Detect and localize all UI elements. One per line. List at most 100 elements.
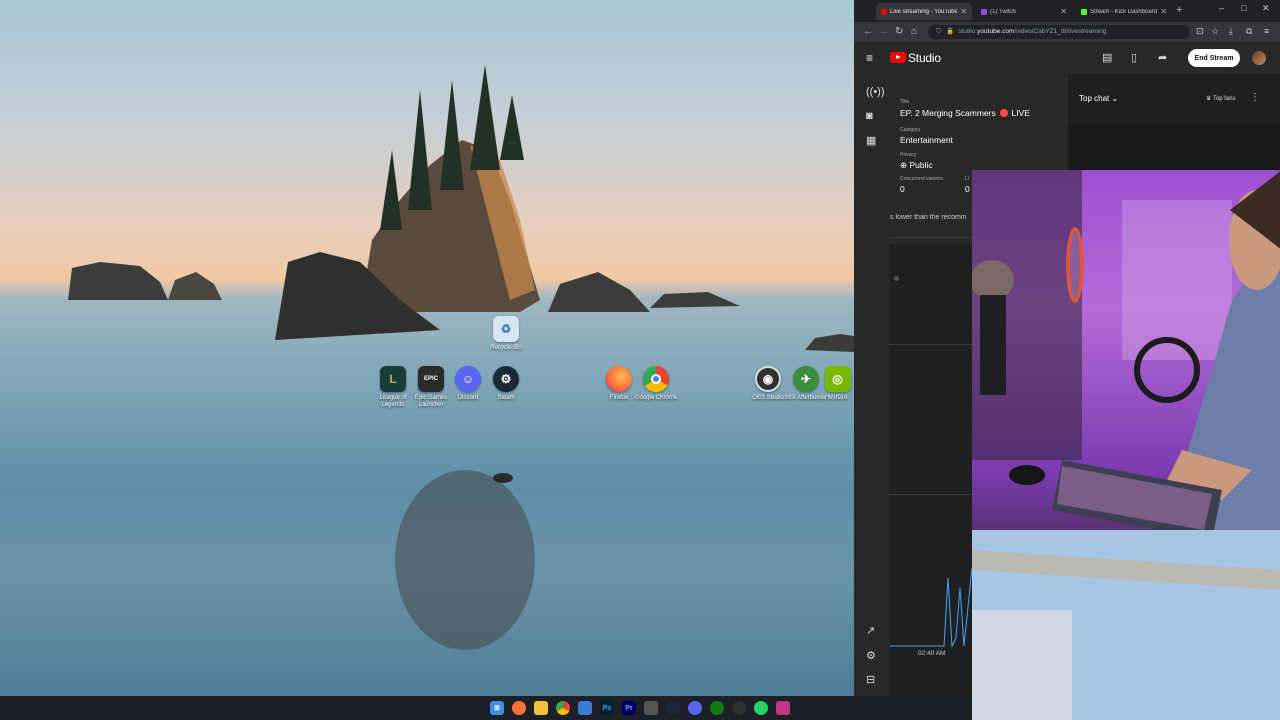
youtube-logo-icon[interactable] — [890, 52, 906, 63]
obs-icon[interactable] — [732, 701, 746, 715]
left-rail: ((•)) ◙ ▦ ↗ ⚙ ⊟ — [854, 74, 890, 696]
stream-title: EP. 2 Merging Scammers LIVE — [900, 108, 1030, 118]
clapperboard-icon[interactable]: ▤ — [1102, 51, 1112, 64]
chrome-icon — [643, 366, 669, 392]
title-label: Title — [900, 99, 910, 105]
privacy-label: Privacy — [900, 152, 917, 158]
bookmark-star-icon[interactable]: ☆ — [1211, 26, 1219, 37]
chat-header: Top chat ⌄ ♛ Top fans ⋮ — [1068, 74, 1280, 124]
top-fans-button[interactable]: ♛ Top fans — [1206, 95, 1236, 102]
calculator-icon[interactable] — [644, 701, 658, 715]
new-tab-button[interactable]: + — [1176, 4, 1182, 16]
close-tab-icon[interactable]: ✕ — [1060, 7, 1067, 16]
url-prefix: studio. — [958, 28, 978, 35]
settings-gear-icon[interactable]: ⚙ — [866, 649, 876, 662]
bookmark-icon[interactable]: ▯ — [1131, 51, 1137, 64]
browser-menu-icon[interactable]: ≡ — [1264, 26, 1269, 36]
maximize-button[interactable]: □ — [1241, 3, 1246, 13]
chat-mode-dropdown[interactable]: Top chat ⌄ — [1079, 94, 1118, 103]
discord-icon[interactable] — [688, 701, 702, 715]
likes-value: 0 — [965, 184, 970, 194]
app-icon[interactable] — [776, 701, 790, 715]
reload-icon[interactable]: ↻ — [895, 25, 903, 39]
category-value: Entertainment — [900, 135, 953, 145]
discord-icon: ☺ — [455, 366, 481, 392]
steam-icon: ⚙ — [493, 366, 519, 392]
chrome-icon[interactable] — [556, 701, 570, 715]
desktop-wallpaper: ♻ Recycle Bin L League of Legends EPIC E… — [0, 0, 854, 696]
firefox-icon — [606, 366, 632, 392]
category-label: Category — [900, 127, 921, 133]
notepad-icon[interactable] — [578, 701, 592, 715]
start-icon[interactable]: ⊞ — [490, 701, 504, 715]
chevron-down-icon: ⌄ — [1111, 94, 1119, 103]
tab-kick-dashboard[interactable]: Stream - Kick Dashboard ✕ — [1076, 3, 1172, 20]
site-info-icon[interactable]: ⛉ — [936, 25, 941, 39]
camera-icon[interactable]: ◙ — [866, 110, 873, 122]
install-app-icon[interactable]: ⊡ — [1196, 26, 1204, 37]
likes-label: Li — [965, 176, 969, 182]
url-domain: youtube.com — [977, 28, 1015, 35]
home-icon[interactable]: ⌂ — [911, 25, 917, 39]
viewers-label: Concurrent viewers — [900, 176, 944, 182]
photoshop-icon[interactable]: Ps — [600, 701, 614, 715]
tab-twitch[interactable]: (1) Twitch ✕ — [976, 3, 1072, 20]
desktop-icon-nvidia[interactable]: ◎ NVIDIA — [821, 366, 854, 402]
live-badge: LIVE — [1011, 108, 1030, 118]
wallpaper-scenery — [68, 65, 854, 650]
webcam-overlay — [972, 170, 1280, 720]
download-icon[interactable]: ⤓ — [1229, 26, 1233, 37]
taskbar: ⊞ Ps Pr — [0, 696, 972, 720]
avatar[interactable] — [1252, 51, 1266, 65]
live-indicator-icon — [1000, 109, 1009, 117]
url-input[interactable]: ⛉ 🔒 studio.youtube.com/video/CabYZ1_t8/l… — [928, 25, 1190, 39]
epic-games-icon: EPIC — [418, 366, 444, 392]
twitch-favicon-icon — [981, 8, 987, 15]
status-dot-icon — [894, 276, 899, 281]
url-path: /video/CabYZ1_t8/livestreaming — [1014, 28, 1107, 35]
xbox-icon[interactable] — [710, 701, 724, 715]
viewer-chart-line — [890, 568, 973, 648]
file-explorer-icon[interactable] — [534, 701, 548, 715]
end-stream-button[interactable]: End Stream — [1188, 49, 1240, 67]
firefox-icon[interactable] — [512, 701, 526, 715]
youtube-favicon-icon — [881, 8, 887, 15]
steam-icon[interactable] — [666, 701, 680, 715]
desktop-icon-recycle-bin[interactable]: ♻ Recycle Bin — [484, 316, 528, 352]
share-icon[interactable]: ➦ — [1158, 51, 1167, 64]
live-broadcast-icon[interactable]: ((•)) — [866, 86, 885, 98]
extensions-icon[interactable]: ⧉ — [1246, 26, 1252, 37]
globe-icon: ⊕ — [900, 160, 908, 170]
kick-favicon-icon — [1081, 8, 1087, 15]
desktop-icon-steam[interactable]: ⚙ Steam — [484, 366, 528, 402]
close-tab-icon[interactable]: ✕ — [1160, 7, 1167, 16]
forward-arrow-icon[interactable]: → — [879, 25, 889, 39]
whatsapp-icon[interactable] — [754, 701, 768, 715]
studio-header: ≡ Studio ▤ ▯ ➦ End Stream — [854, 42, 1280, 74]
close-tab-icon[interactable]: ✕ — [960, 7, 967, 16]
league-of-legends-icon: L — [380, 366, 406, 392]
back-arrow-icon[interactable]: ← — [863, 25, 873, 39]
webcam-scene — [972, 170, 1280, 720]
viewers-value: 0 — [900, 184, 905, 194]
premiere-icon[interactable]: Pr — [622, 701, 636, 715]
address-bar: ← → ↻ ⌂ ⛉ 🔒 studio.youtube.com/video/Cab… — [854, 22, 1280, 42]
live-chat-panel: Top chat ⌄ ♛ Top fans ⋮ — [1068, 74, 1280, 170]
tab-youtube-studio[interactable]: Live streaming - YouTube Studio ✕ — [876, 3, 972, 20]
hamburger-menu-icon[interactable]: ≡ — [866, 51, 873, 65]
pop-out-arrow-icon[interactable]: ↗ — [866, 624, 875, 637]
close-window-button[interactable]: ✕ — [1262, 3, 1270, 14]
desktop-icon-chrome[interactable]: Google Chrome — [634, 366, 678, 402]
recycle-bin-icon: ♻ — [493, 316, 519, 342]
chat-more-options-icon[interactable]: ⋮ — [1250, 92, 1260, 103]
msi-afterburner-icon: ✈ — [793, 366, 819, 392]
lock-icon: 🔒 — [946, 28, 955, 35]
tab-bar: Live streaming - YouTube Studio ✕ (1) Tw… — [854, 0, 1280, 22]
obs-icon: ◉ — [755, 366, 781, 392]
trophy-icon: ♛ — [1206, 96, 1212, 102]
calendar-icon[interactable]: ▦ — [866, 134, 876, 147]
bitrate-warning: s lower than the recomm — [890, 214, 967, 221]
minimize-button[interactable]: – — [1219, 3, 1224, 13]
studio-brand: Studio — [908, 51, 941, 65]
feedback-icon[interactable]: ⊟ — [866, 673, 875, 686]
